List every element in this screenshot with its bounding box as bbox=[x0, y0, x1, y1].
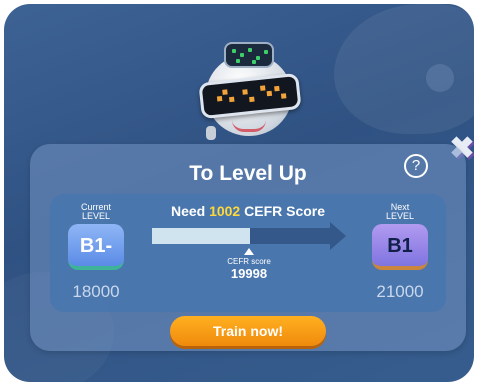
progress-card: Current LEVEL B1- 18000 Need 1002 CEFR S… bbox=[50, 194, 446, 312]
score-needed-value: 1002 bbox=[209, 203, 241, 219]
cefr-score-value: 19998 bbox=[230, 266, 268, 281]
next-level-score: 21000 bbox=[376, 282, 424, 301]
current-level-badge: B1- bbox=[68, 224, 124, 270]
robot-mascot-icon bbox=[194, 42, 304, 152]
progress-arrow-icon bbox=[330, 222, 346, 250]
cefr-score-label: CEFR score bbox=[227, 257, 271, 266]
train-now-button[interactable]: Train now! bbox=[170, 316, 326, 346]
next-level-badge: B1 bbox=[372, 224, 428, 270]
next-level-label: Next LEVEL bbox=[385, 202, 415, 221]
panel-title: To Level Up bbox=[189, 162, 307, 185]
progress-bar-fill bbox=[152, 228, 250, 244]
level-up-panel: To Level Up ? Current LEVEL B1- 18000 Ne… bbox=[30, 144, 466, 351]
progress-bar bbox=[152, 228, 330, 244]
score-marker-icon bbox=[244, 248, 254, 255]
background-decoration bbox=[426, 64, 454, 92]
help-icon[interactable]: ? bbox=[404, 154, 428, 178]
current-level-score: 18000 bbox=[72, 282, 120, 301]
background-decoration bbox=[334, 4, 474, 134]
level-up-dialog: ✖ To Level Up ? Current LEVEL B1- 18000 … bbox=[4, 4, 474, 382]
